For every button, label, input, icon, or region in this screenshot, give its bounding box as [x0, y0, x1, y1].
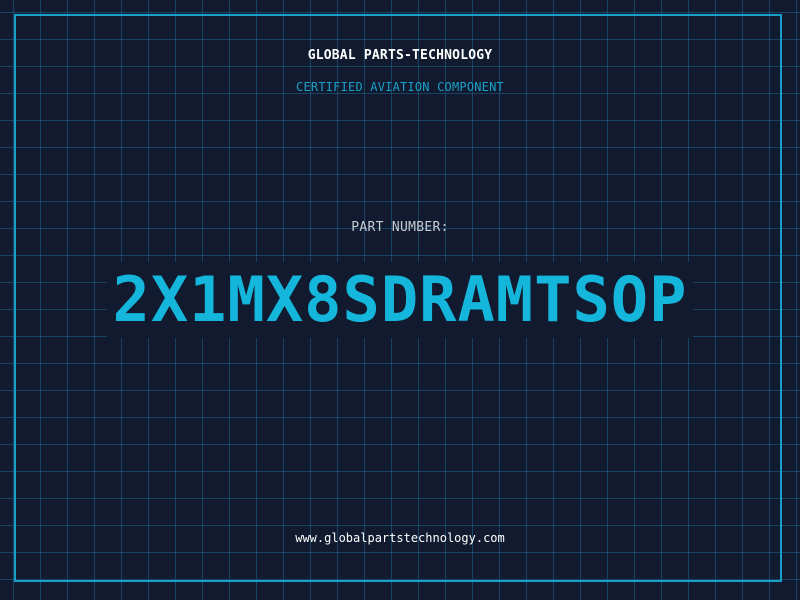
part-number-label: PART NUMBER: — [351, 220, 449, 235]
company-name: GLOBAL PARTS-TECHNOLOGY — [307, 48, 493, 63]
certification-subtitle: CERTIFIED AVIATION COMPONENT — [296, 80, 504, 94]
part-number-value: 2X1MX8SDRAMTSOP — [106, 262, 694, 338]
part-number-container: 2X1MX8SDRAMTSOP — [0, 262, 800, 338]
website-url: www.globalpartstechnology.com — [295, 531, 505, 545]
certificate-canvas: GLOBAL PARTS-TECHNOLOGY CERTIFIED AVIATI… — [0, 0, 800, 600]
